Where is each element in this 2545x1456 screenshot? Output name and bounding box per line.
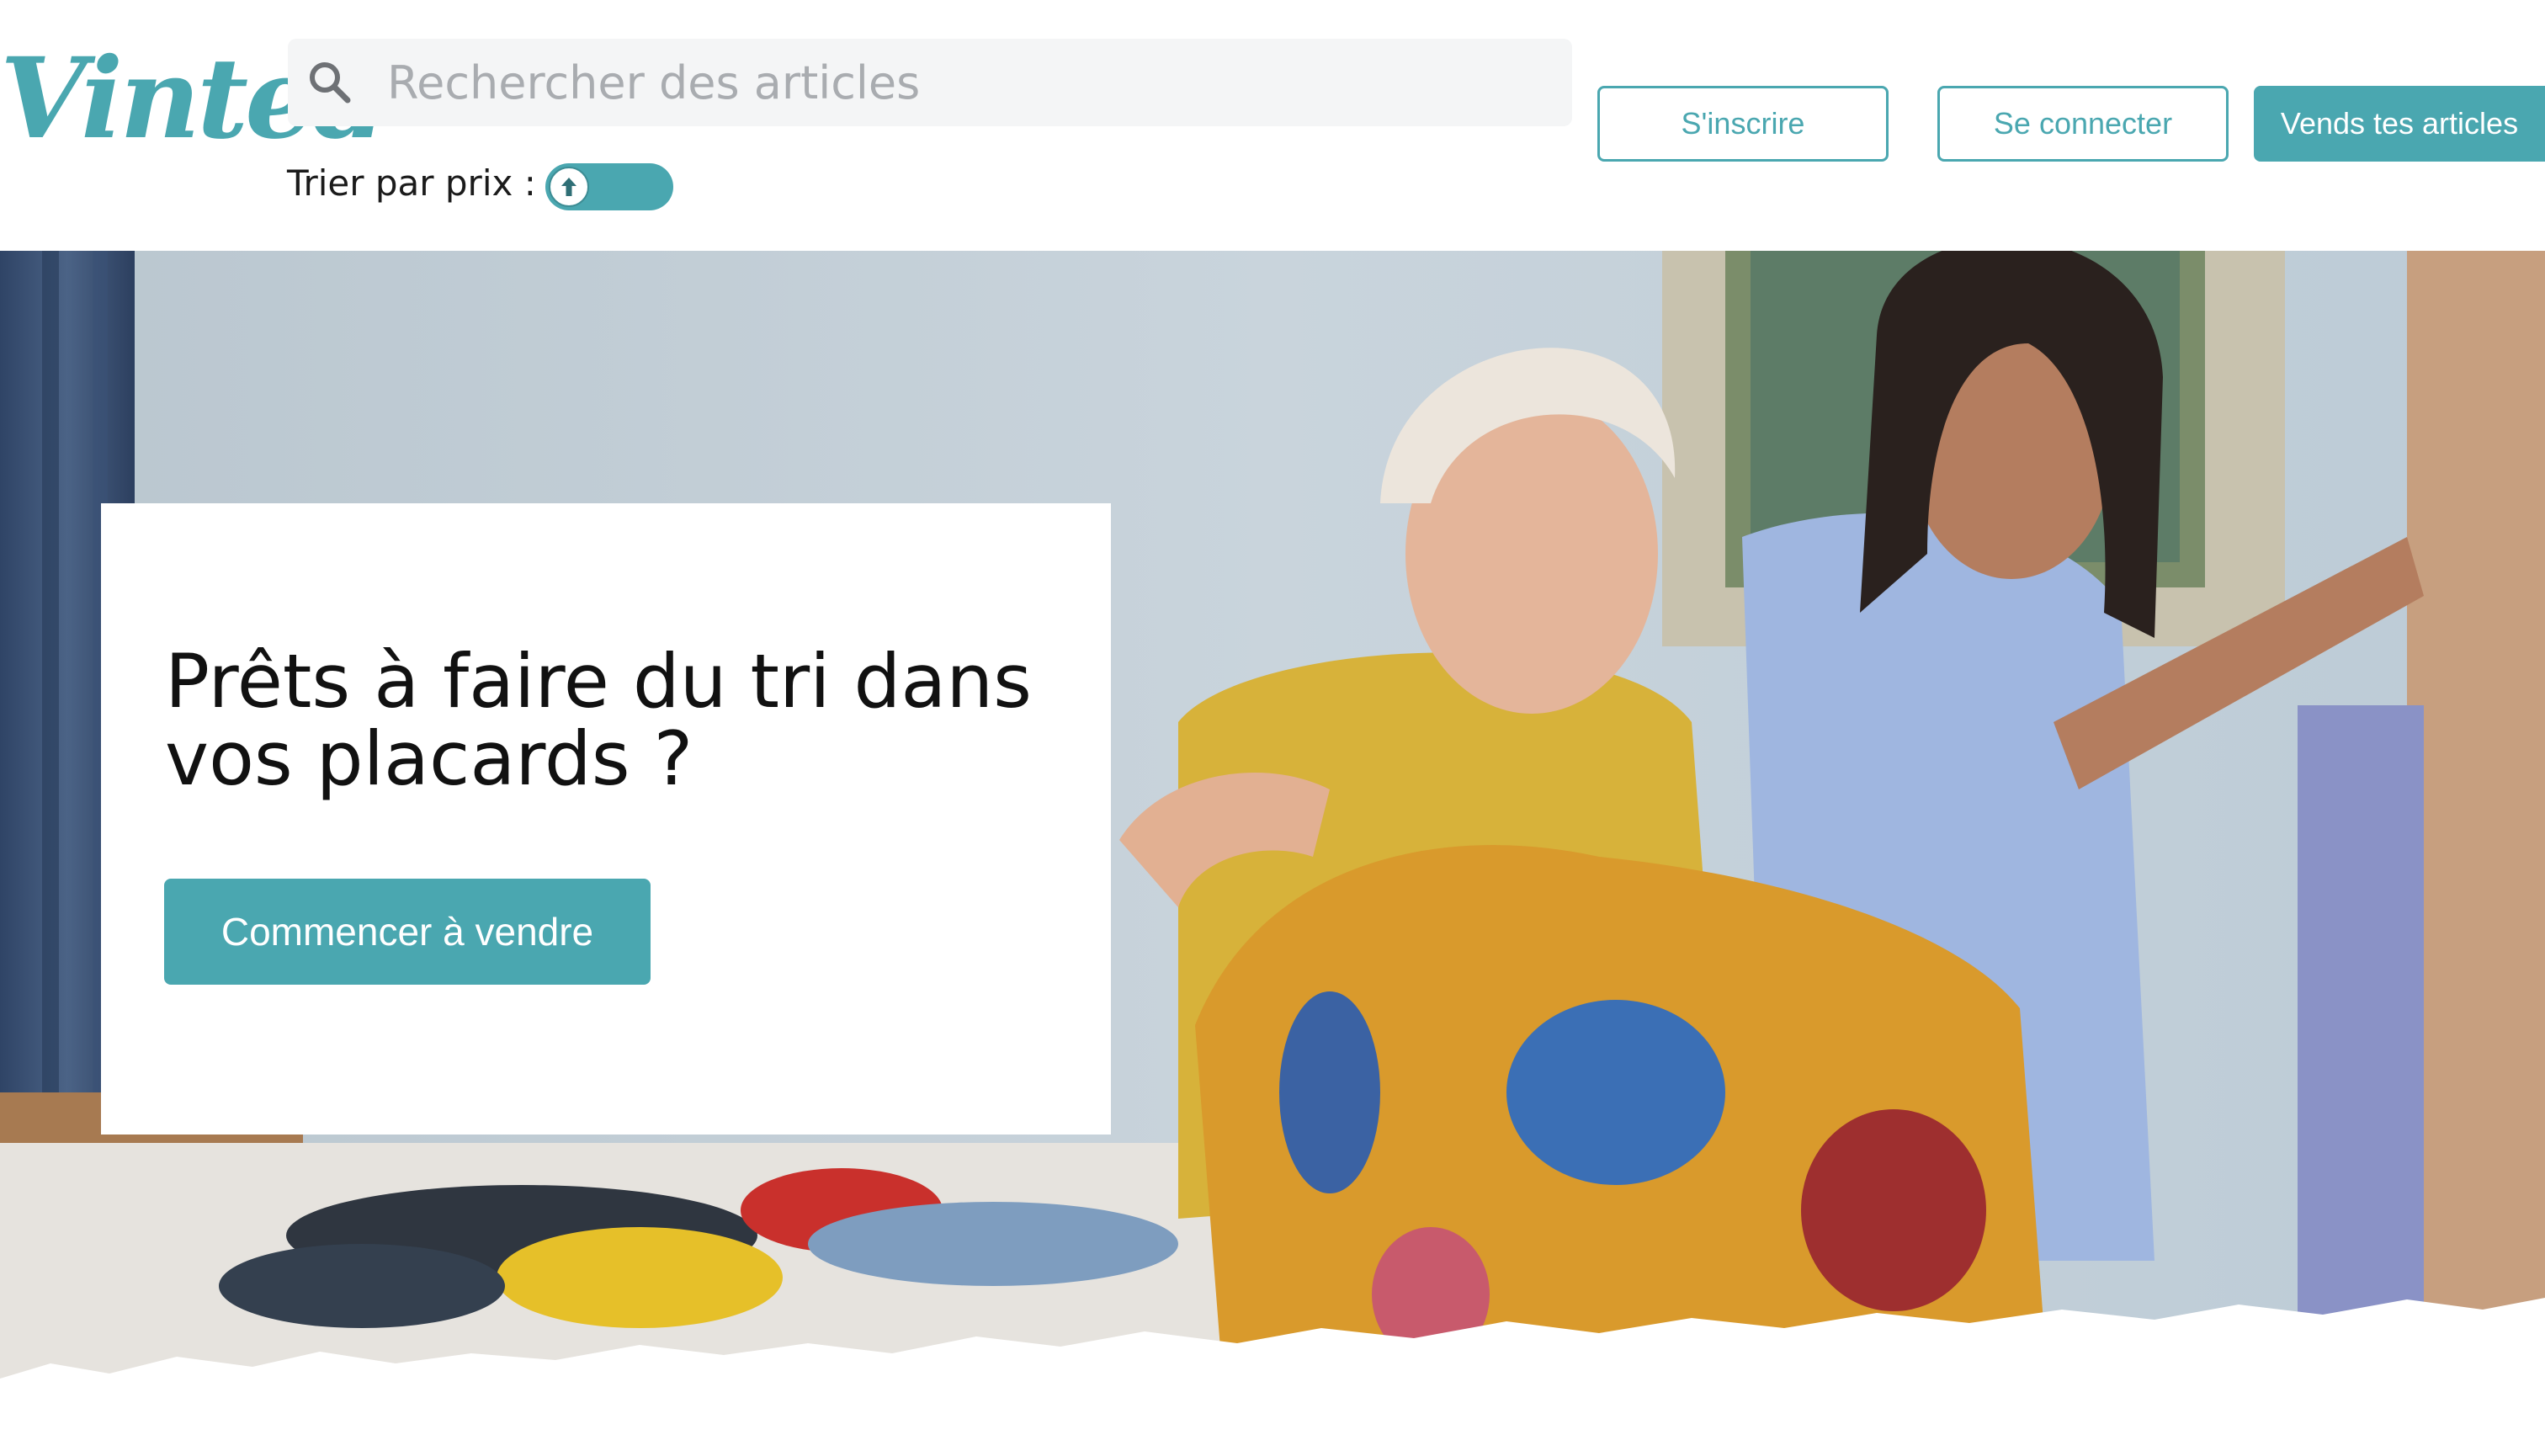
search-icon: [306, 59, 353, 106]
site-header: Vinted Trier par prix : S'inscrire Se co…: [0, 0, 2545, 251]
search-bar[interactable]: [288, 39, 1572, 126]
hero-section: Prêts à faire du tri dans vos placards ?…: [0, 251, 2545, 1456]
signup-button[interactable]: S'inscrire: [1597, 86, 1889, 162]
hero-title: Prêts à faire du tri dans vos placards ?: [165, 638, 1032, 802]
hero-card: Prêts à faire du tri dans vos placards ?…: [101, 503, 1111, 1135]
sell-items-button[interactable]: Vends tes articles: [2254, 86, 2545, 162]
start-selling-button[interactable]: Commencer à vendre: [164, 879, 651, 985]
search-input[interactable]: [387, 39, 1549, 126]
login-button[interactable]: Se connecter: [1937, 86, 2229, 162]
sort-price-toggle[interactable]: [545, 163, 673, 210]
sort-by-price-label: Trier par prix :: [287, 162, 536, 204]
arrow-up-icon: [549, 167, 589, 207]
